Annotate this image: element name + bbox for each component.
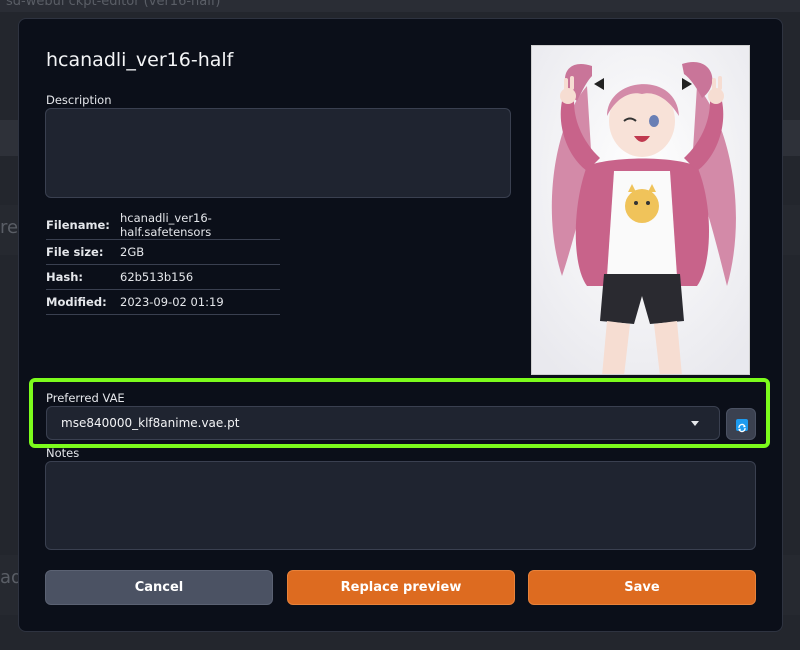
refresh-vae-button[interactable] <box>726 408 756 440</box>
table-row: Filename: hcanadli_ver16-half.safetensor… <box>46 211 280 240</box>
chevron-down-icon <box>691 421 699 426</box>
table-row: Hash: 62b513b156 <box>46 264 280 290</box>
background-header: sd-webui ckpt-editor (ver16-half) <box>0 0 800 12</box>
dialog-title: hcanadli_ver16-half <box>46 49 234 71</box>
save-button[interactable]: Save <box>528 570 756 605</box>
vae-select[interactable]: mse840000_klf8anime.vae.pt <box>46 406 720 440</box>
vae-label: Preferred VAE <box>46 391 125 405</box>
description-label: Description <box>46 93 112 107</box>
preview-image[interactable] <box>531 45 750 375</box>
preview-illustration <box>532 46 749 374</box>
notes-textarea[interactable] <box>45 461 756 550</box>
info-value: 62b513b156 <box>120 264 280 290</box>
background-text: re <box>0 217 19 238</box>
info-value: 2GB <box>120 239 280 265</box>
cancel-button[interactable]: Cancel <box>45 570 273 605</box>
refresh-icon <box>736 419 748 433</box>
table-row: Modified: 2023-09-02 01:19 <box>46 289 280 315</box>
description-textarea[interactable] <box>45 108 511 198</box>
edit-model-dialog: hcanadli_ver16-half Description Filename… <box>18 18 783 632</box>
replace-preview-button[interactable]: Replace preview <box>287 570 515 605</box>
model-info-table: Filename: hcanadli_ver16-half.safetensor… <box>46 211 280 315</box>
vae-selected-value: mse840000_klf8anime.vae.pt <box>61 416 240 430</box>
info-key: Hash: <box>46 264 120 290</box>
info-value: hcanadli_ver16-half.safetensors <box>120 211 280 240</box>
background-title: sd-webui ckpt-editor (ver16-half) <box>6 0 221 9</box>
info-value: 2023-09-02 01:19 <box>120 289 280 315</box>
info-key: Modified: <box>46 289 120 315</box>
info-key: File size: <box>46 239 120 265</box>
notes-label: Notes <box>46 446 80 460</box>
info-key: Filename: <box>46 211 120 240</box>
table-row: File size: 2GB <box>46 239 280 265</box>
